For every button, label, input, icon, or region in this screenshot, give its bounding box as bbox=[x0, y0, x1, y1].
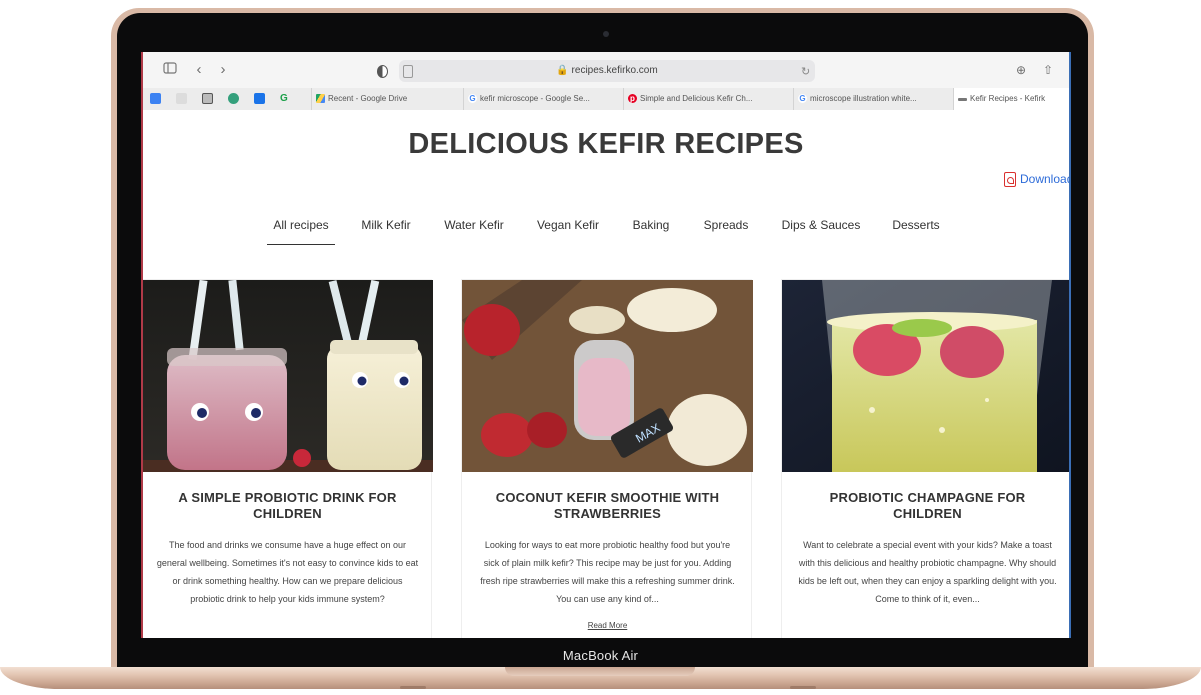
tab-vegan-kefir[interactable]: Vegan Kefir bbox=[534, 214, 602, 244]
reload-icon[interactable]: ↻ bbox=[801, 65, 810, 78]
recipe-title[interactable]: A SIMPLE PROBIOTIC DRINK FOR CHILDREN bbox=[160, 490, 415, 522]
calendar-icon[interactable] bbox=[150, 93, 161, 104]
tab-label: Simple and Delicious Kefir Ch... bbox=[640, 94, 753, 103]
sidebar-toggle-icon[interactable] bbox=[163, 61, 177, 79]
screen-edge bbox=[141, 52, 143, 638]
screen-edge bbox=[1069, 52, 1071, 638]
tab-label: microscope illustration white... bbox=[810, 94, 917, 103]
tab-label: Kefir Recipes - Kefirk bbox=[970, 94, 1046, 103]
tab-label: Recent - Google Drive bbox=[328, 94, 408, 103]
trello-icon[interactable] bbox=[254, 93, 265, 104]
laptop-notch bbox=[505, 667, 695, 676]
tab-pinterest[interactable]: p Simple and Delicious Kefir Ch... bbox=[623, 88, 793, 110]
recipe-image-probiotic-drink[interactable] bbox=[142, 280, 433, 472]
tab-milk-kefir[interactable]: Milk Kefir bbox=[358, 214, 414, 244]
recipe-excerpt: Want to celebrate a special event with y… bbox=[798, 540, 1057, 604]
google-icon: G bbox=[468, 94, 477, 103]
tab-microscope-illustration[interactable]: G microscope illustration white... bbox=[793, 88, 953, 110]
screen: ‹ › 🔒 recipes.kefirko.com ↻ ⊕ ⇧ G Recent… bbox=[141, 52, 1071, 638]
address-bar[interactable]: 🔒 recipes.kefirko.com bbox=[399, 60, 815, 82]
read-more-link[interactable]: Read More bbox=[462, 621, 753, 630]
download-link[interactable]: Download bbox=[1004, 169, 1071, 189]
tab-kefir-microscope[interactable]: G kefir microscope - Google Se... bbox=[463, 88, 623, 110]
recipe-excerpt: The food and drinks we consume have a hu… bbox=[156, 540, 419, 604]
tab-all-recipes[interactable]: All recipes bbox=[267, 214, 335, 245]
forward-icon[interactable]: › bbox=[217, 61, 229, 79]
pinterest-icon: p bbox=[628, 94, 637, 103]
device-label: MacBook Air bbox=[562, 648, 639, 663]
recipe-title[interactable]: PROBIOTIC CHAMPAGNE FOR CHILDREN bbox=[800, 490, 1055, 522]
tab-label: kefir microscope - Google Se... bbox=[480, 94, 590, 103]
chat-icon[interactable] bbox=[228, 93, 239, 104]
browser-toolbar: ‹ › 🔒 recipes.kefirko.com ↻ ⊕ ⇧ bbox=[141, 52, 1071, 89]
tab-desserts[interactable]: Desserts bbox=[890, 214, 942, 244]
recipe-image-smoothie[interactable]: MAX bbox=[462, 280, 753, 472]
google-icon: G bbox=[798, 94, 807, 103]
download-icon[interactable]: ⊕ bbox=[1014, 61, 1028, 79]
tab-water-kefir[interactable]: Water Kefir bbox=[442, 214, 506, 244]
page-title: DELICIOUS KEFIR RECIPES bbox=[408, 128, 804, 160]
share-icon[interactable]: ⇧ bbox=[1041, 61, 1055, 79]
download-label: Download bbox=[1020, 172, 1071, 186]
camera-icon bbox=[603, 31, 609, 37]
tab-dips-sauces[interactable]: Dips & Sauces bbox=[779, 214, 863, 244]
tab-kefir-recipes[interactable]: Kefir Recipes - Kefirk bbox=[953, 88, 1071, 110]
recipe-title[interactable]: COCONUT KEFIR SMOOTHIE WITH STRAWBERRIES bbox=[480, 490, 735, 522]
url-value: recipes.kefirko.com bbox=[571, 65, 658, 76]
laptop-foot bbox=[790, 686, 816, 689]
recipe-excerpt: Looking for ways to eat more probiotic h… bbox=[480, 540, 735, 604]
tab-google-drive[interactable]: Recent - Google Drive bbox=[311, 88, 463, 110]
recipe-image-champagne[interactable] bbox=[782, 280, 1071, 472]
recipe-card[interactable]: PROBIOTIC CHAMPAGNE FOR CHILDREN Want to… bbox=[781, 279, 1071, 638]
tab-baking[interactable]: Baking bbox=[630, 214, 672, 244]
reader-icon[interactable] bbox=[403, 65, 413, 78]
web-page: DELICIOUS KEFIR RECIPES Download All rec… bbox=[141, 110, 1071, 638]
google-drive-icon bbox=[316, 94, 325, 103]
recipe-card[interactable]: A SIMPLE PROBIOTIC DRINK FOR CHILDREN Th… bbox=[141, 279, 433, 638]
recipe-card[interactable]: MAX COCONUT KEFIR SMOOTHIE WITH STRAWBER… bbox=[461, 279, 753, 638]
grammarly-icon[interactable]: G bbox=[280, 93, 291, 104]
tab-spreads[interactable]: Spreads bbox=[701, 214, 751, 244]
pdf-icon bbox=[1004, 172, 1016, 188]
privacy-shield-icon[interactable] bbox=[377, 65, 388, 78]
laptop-foot bbox=[400, 686, 426, 689]
url-text[interactable]: 🔒 recipes.kefirko.com bbox=[399, 60, 815, 82]
kefirko-icon bbox=[958, 98, 967, 101]
tab-bar: G Recent - Google Drive G kefir microsco… bbox=[141, 88, 1071, 111]
back-icon[interactable]: ‹ bbox=[193, 61, 205, 79]
bookmark-icon[interactable] bbox=[176, 93, 187, 104]
sheet-icon[interactable] bbox=[202, 93, 213, 104]
category-nav: All recipes Milk Kefir Water Kefir Vegan… bbox=[141, 214, 1071, 245]
